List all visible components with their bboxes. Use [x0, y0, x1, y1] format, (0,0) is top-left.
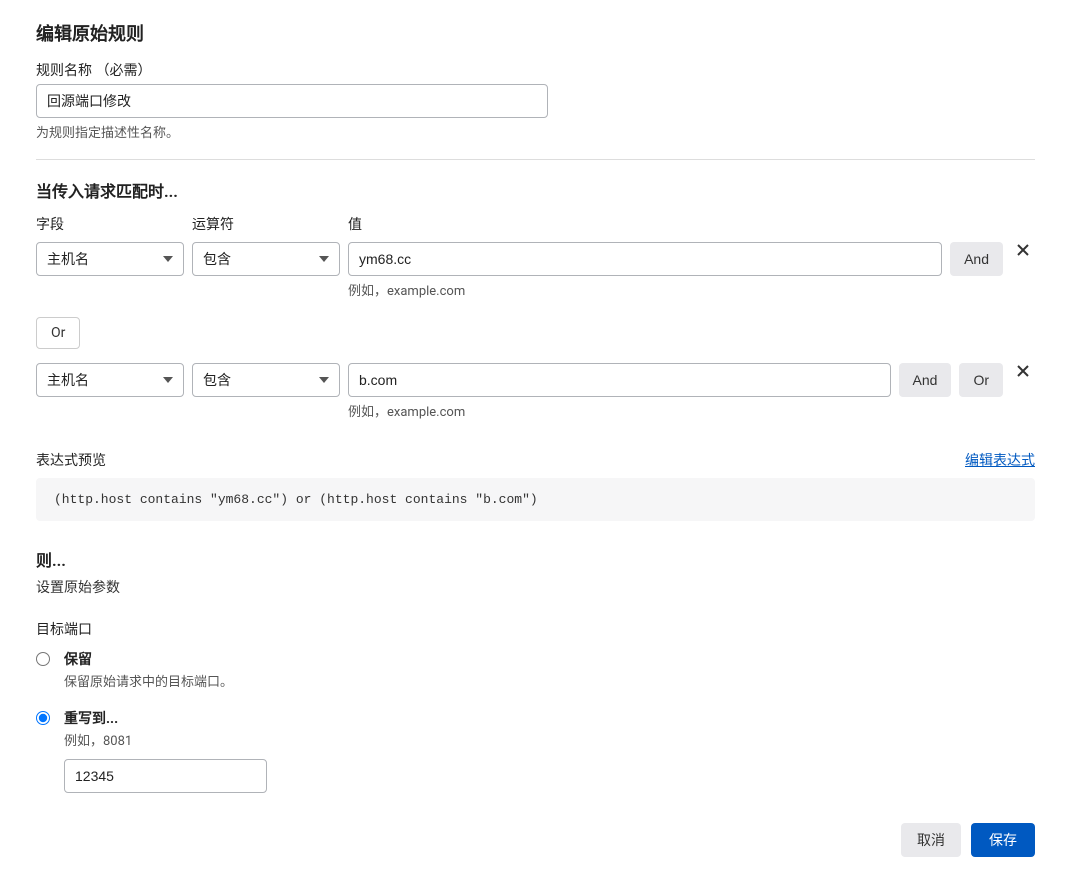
edit-expression-link[interactable]: 编辑表达式: [965, 450, 1035, 470]
radio-keep-label: 保留: [64, 649, 233, 669]
chevron-down-icon: [163, 256, 173, 262]
cancel-button[interactable]: 取消: [901, 823, 961, 857]
chevron-down-icon: [163, 377, 173, 383]
operator-select[interactable]: 包含: [192, 363, 340, 397]
then-subtitle: 设置原始参数: [36, 577, 1035, 597]
operator-select[interactable]: 包含: [192, 242, 340, 276]
expression-preview: (http.host contains "ym68.cc") or (http.…: [36, 478, 1035, 521]
radio-rewrite-label: 重写到...: [64, 708, 267, 728]
close-icon[interactable]: [1015, 242, 1031, 262]
match-title: 当传入请求匹配时...: [36, 178, 1035, 202]
rule-name-label-text: 规则名称: [36, 63, 92, 79]
rule-name-required: （必需）: [95, 63, 151, 79]
field-select-value: 主机名: [47, 249, 89, 269]
value-hint: 例如，example.com: [348, 401, 891, 420]
port-section-label: 目标端口: [36, 619, 1035, 639]
col-operator-label: 运算符: [192, 214, 340, 234]
then-title: 则...: [36, 547, 1035, 571]
chevron-down-icon: [319, 256, 329, 262]
rule-name-label: 规则名称 （必需）: [36, 60, 1035, 80]
save-button[interactable]: 保存: [971, 823, 1035, 857]
radio-keep[interactable]: [36, 652, 50, 666]
operator-select-value: 包含: [203, 249, 231, 269]
and-button[interactable]: And: [950, 242, 1003, 276]
value-input[interactable]: [348, 242, 942, 276]
or-button[interactable]: Or: [959, 363, 1003, 397]
radio-rewrite[interactable]: [36, 711, 50, 725]
rule-name-help: 为规则指定描述性名称。: [36, 122, 1035, 141]
operator-select-value: 包含: [203, 370, 231, 390]
page-title: 编辑原始规则: [36, 20, 1035, 46]
rule-row: 主机名 包含 例如，example.com And: [36, 242, 1035, 299]
chevron-down-icon: [319, 377, 329, 383]
rule-name-input[interactable]: [36, 84, 548, 118]
expression-label: 表达式预览: [36, 450, 106, 470]
field-select-value: 主机名: [47, 370, 89, 390]
or-connector: Or: [36, 317, 80, 349]
radio-item-keep: 保留 保留原始请求中的目标端口。: [36, 649, 1035, 690]
divider: [36, 159, 1035, 160]
radio-keep-desc: 保留原始请求中的目标端口。: [64, 671, 233, 690]
and-button[interactable]: And: [899, 363, 952, 397]
field-select[interactable]: 主机名: [36, 242, 184, 276]
port-input[interactable]: [64, 759, 267, 793]
close-icon[interactable]: [1015, 363, 1031, 383]
radio-rewrite-desc: 例如，8081: [64, 730, 267, 749]
col-field-label: 字段: [36, 214, 184, 234]
radio-item-rewrite: 重写到... 例如，8081: [36, 708, 1035, 793]
value-hint: 例如，example.com: [348, 280, 942, 299]
value-input[interactable]: [348, 363, 891, 397]
field-select[interactable]: 主机名: [36, 363, 184, 397]
col-value-label: 值: [348, 214, 1035, 234]
rule-row: 主机名 包含 例如，example.com And Or: [36, 363, 1035, 420]
